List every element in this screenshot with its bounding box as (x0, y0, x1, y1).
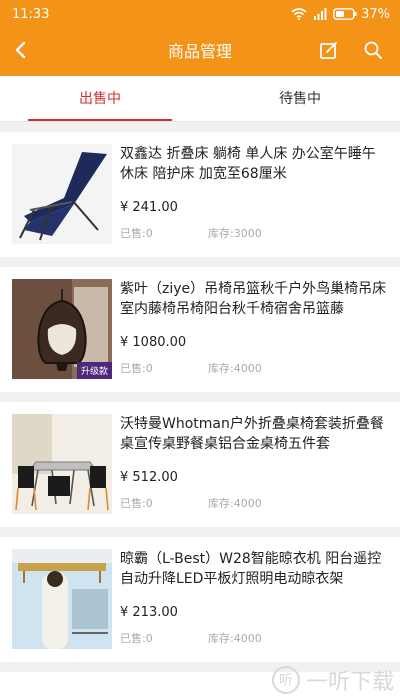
product-item[interactable]: 晾霸（L-Best）W28智能晾衣机 阳台遥控自动升降LED平板灯照明电动晾衣架… (0, 537, 400, 662)
sold-count: 已售:0 (120, 632, 153, 645)
watermark-logo: 听 (271, 666, 300, 694)
stock-count: 库存:3000 (208, 227, 262, 240)
battery-percent: 37% (361, 6, 390, 22)
product-item[interactable]: 沃特曼Whotman户外折叠桌椅套装折叠餐桌宣传桌野餐桌铝合金桌椅五件套 ¥ 5… (0, 402, 400, 527)
battery-indicator: 37% (333, 7, 390, 22)
product-image (12, 144, 112, 244)
product-list: 双鑫达 折叠床 躺椅 单人床 办公室午睡午休床 陪护床 加宽至68厘米 ¥ 24… (0, 122, 400, 700)
status-time: 11:33 (12, 6, 50, 22)
stock-count: 库存:4000 (208, 632, 262, 645)
sold-count: 已售:0 (120, 362, 153, 375)
product-title: 双鑫达 折叠床 躺椅 单人床 办公室午睡午休床 陪护床 加宽至68厘米 (120, 146, 376, 182)
watermark: 听 一听下载 (271, 664, 394, 696)
product-image (12, 414, 112, 514)
signal-icon (313, 8, 327, 20)
product-title: 沃特曼Whotman户外折叠桌椅套装折叠餐桌宣传桌野餐桌铝合金桌椅五件套 (120, 416, 384, 452)
status-bar: 11:33 37% (0, 0, 400, 28)
product-item[interactable]: 双鑫达 折叠床 躺椅 单人床 办公室午睡午休床 陪护床 加宽至68厘米 ¥ 24… (0, 132, 400, 257)
product-badge: 升级款 (76, 362, 112, 379)
header-actions (318, 41, 400, 63)
back-arrow-icon (14, 41, 26, 63)
stock-count: 库存:4000 (208, 362, 262, 375)
battery-icon (333, 8, 357, 20)
wifi-icon (291, 8, 307, 20)
product-price: ¥ 241.00 (120, 200, 178, 215)
search-button[interactable] (362, 41, 384, 63)
tab-on-sale[interactable]: 出售中 (0, 76, 200, 121)
product-price: ¥ 1080.00 (120, 335, 187, 350)
sold-count: 已售:0 (120, 497, 153, 510)
product-price: ¥ 213.00 (120, 605, 178, 620)
watermark-text: 一听下载 (305, 670, 394, 695)
tab-bar: 出售中 待售中 (0, 76, 400, 122)
edit-icon (319, 40, 339, 64)
product-title: 晾霸（L-Best）W28智能晾衣机 阳台遥控自动升降LED平板灯照明电动晾衣架 (120, 551, 382, 587)
tab-pending-sale[interactable]: 待售中 (200, 76, 400, 121)
product-image (12, 549, 112, 649)
product-item[interactable]: 升级款 紫叶（ziye）吊椅吊篮秋千户外鸟巢椅吊床室内藤椅吊椅阳台秋千椅宿舍吊篮… (0, 267, 400, 392)
product-price: ¥ 512.00 (120, 470, 178, 485)
header-bar: 商品管理 (0, 28, 400, 76)
search-icon (363, 40, 383, 64)
stock-count: 库存:4000 (208, 497, 262, 510)
sold-count: 已售:0 (120, 227, 153, 240)
back-button[interactable] (0, 28, 40, 76)
status-indicators: 37% (291, 7, 390, 22)
product-image: 升级款 (12, 279, 112, 379)
product-title: 紫叶（ziye）吊椅吊篮秋千户外鸟巢椅吊床室内藤椅吊椅阳台秋千椅宿舍吊篮藤 (120, 281, 387, 317)
edit-button[interactable] (318, 41, 340, 63)
